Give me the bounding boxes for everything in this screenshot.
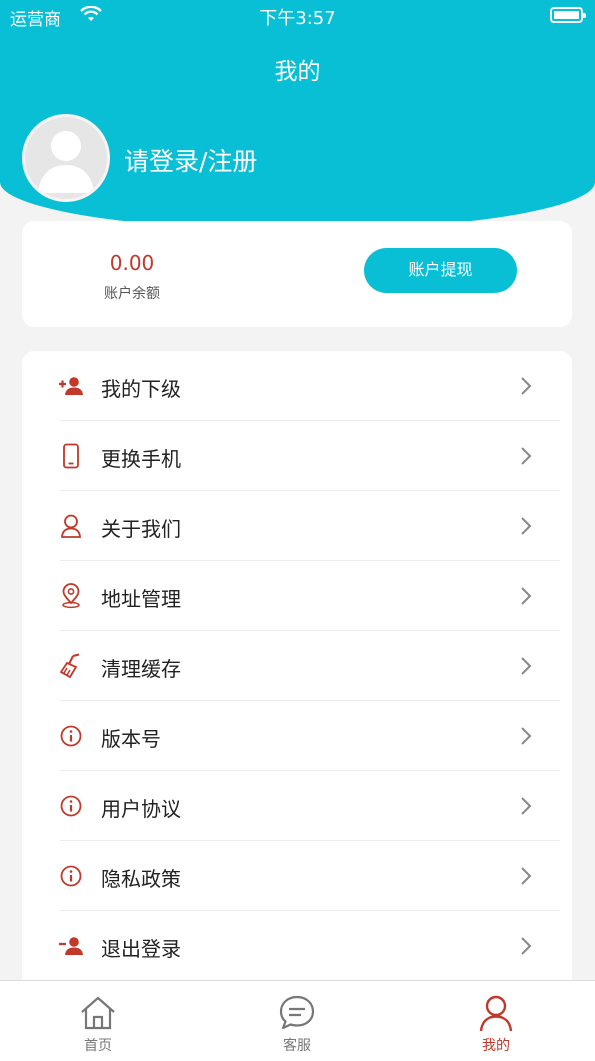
add-user-icon	[59, 377, 83, 395]
tab-bar: 首页 客服 我的	[0, 980, 595, 1061]
chevron-right-icon	[521, 587, 532, 605]
chevron-right-icon	[521, 727, 532, 745]
chat-icon	[279, 995, 315, 1030]
menu-item-about-us[interactable]: 关于我们	[22, 491, 572, 561]
login-register-link[interactable]: 请登录/注册	[124, 142, 257, 178]
info-icon	[60, 865, 82, 887]
menu-item-label: 退出登录	[101, 937, 181, 961]
info-icon	[60, 725, 82, 747]
status-time: 下午3:57	[259, 8, 336, 29]
tab-label: 客服	[283, 1038, 311, 1054]
menu-item-version[interactable]: 版本号	[22, 701, 572, 771]
menu-item-label: 版本号	[101, 727, 161, 751]
tab-mine[interactable]: 我的	[436, 981, 556, 1061]
menu-item-user-agreement[interactable]: 用户协议	[22, 771, 572, 841]
menu-item-label: 隐私政策	[101, 867, 181, 891]
menu-item-label: 地址管理	[101, 587, 181, 611]
menu-item-logout[interactable]: 退出登录	[22, 911, 572, 981]
balance-card: 0.00 账户余额 账户提现	[22, 221, 572, 327]
menu-item-subordinates[interactable]: 我的下级	[22, 351, 572, 421]
menu-item-privacy-policy[interactable]: 隐私政策	[22, 841, 572, 911]
location-pin-icon	[62, 583, 80, 609]
menu-item-label: 更换手机	[101, 447, 181, 471]
menu-list: 我的下级 更换手机 关于我们 地址管理 清理缓存 版本号 用户协议 隐私政策 退…	[22, 351, 572, 991]
chevron-right-icon	[521, 937, 532, 955]
home-icon	[81, 996, 115, 1030]
menu-item-clear-cache[interactable]: 清理缓存	[22, 631, 572, 701]
menu-item-label: 清理缓存	[101, 657, 181, 681]
menu-item-label: 我的下级	[101, 377, 181, 401]
battery-icon	[550, 7, 586, 23]
user-icon	[479, 995, 513, 1032]
avatar[interactable]	[22, 114, 110, 202]
chevron-right-icon	[521, 517, 532, 535]
info-icon	[60, 795, 82, 817]
chevron-right-icon	[521, 657, 532, 675]
page-title: 我的	[274, 59, 321, 85]
withdraw-button[interactable]: 账户提现	[364, 248, 517, 293]
chevron-right-icon	[521, 377, 532, 395]
tab-customer-service[interactable]: 客服	[237, 981, 357, 1061]
remove-user-icon	[59, 937, 83, 955]
menu-item-label: 关于我们	[101, 517, 181, 541]
brush-icon	[59, 653, 80, 679]
tab-label: 首页	[84, 1038, 112, 1054]
balance-label: 账户余额	[104, 286, 160, 302]
chevron-right-icon	[521, 867, 532, 885]
chevron-right-icon	[521, 797, 532, 815]
balance-amount: 0.00	[109, 251, 155, 275]
chevron-right-icon	[521, 447, 532, 465]
tab-home[interactable]: 首页	[38, 981, 158, 1061]
menu-item-label: 用户协议	[101, 797, 181, 821]
status-bar: 运营商 下午3:57	[0, 0, 595, 30]
menu-item-address-management[interactable]: 地址管理	[22, 561, 572, 631]
profile-header: 运营商 下午3:57 我的 请登录/注册	[0, 0, 595, 230]
menu-item-change-phone[interactable]: 更换手机	[22, 421, 572, 491]
phone-icon	[63, 443, 79, 469]
tab-label: 我的	[482, 1038, 510, 1054]
screen: 运营商 下午3:57 我的 请登录/注册 0.00 账户余额 账户提现 我的下级…	[0, 0, 595, 1061]
default-avatar-icon	[38, 131, 94, 193]
user-outline-icon	[61, 514, 81, 538]
